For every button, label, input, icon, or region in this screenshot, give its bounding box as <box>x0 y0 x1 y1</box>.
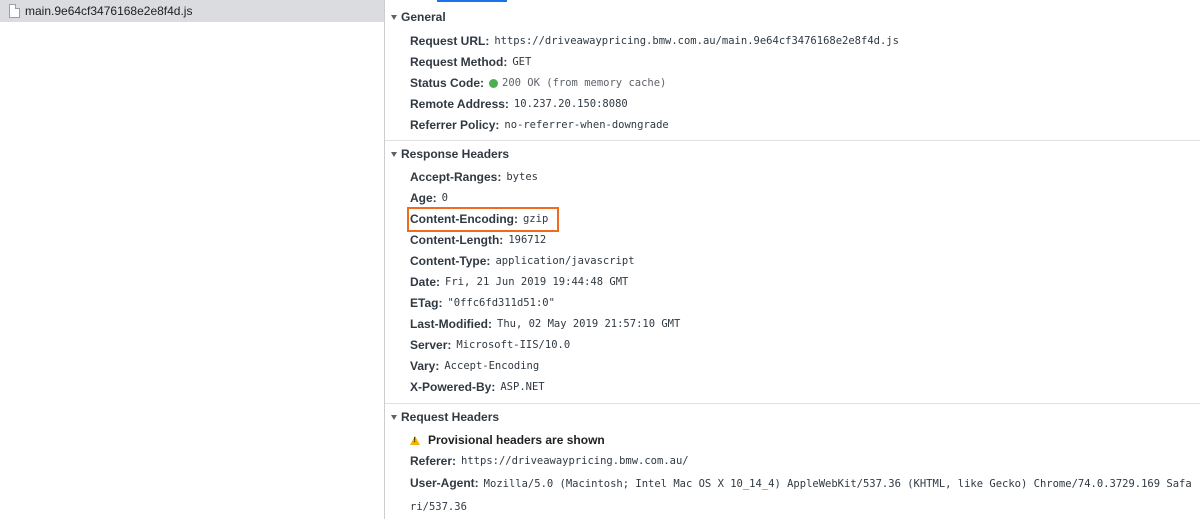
headers-pane: General Request URL: https://driveawaypr… <box>385 0 1200 519</box>
header-row-date: Date: Fri, 21 Jun 2019 19:44:48 GMT <box>410 273 628 291</box>
header-row-referrer-policy: Referrer Policy: no-referrer-when-downgr… <box>410 116 669 134</box>
header-row-content-encoding: Content-Encoding: gzip <box>410 210 548 228</box>
header-row-remote-address: Remote Address: 10.237.20.150:8080 <box>410 95 628 113</box>
header-value[interactable]: no-referrer-when-downgrade <box>504 119 668 131</box>
active-tab-indicator <box>437 0 507 2</box>
warning-text: Provisional headers are shown <box>428 433 605 447</box>
request-list: main.9e64cf3476168e2e8f4d.js <box>0 0 385 519</box>
header-row-request-method: Request Method: GET <box>410 53 531 71</box>
request-headers-section-header[interactable]: Request Headers <box>391 409 499 425</box>
header-value[interactable]: Microsoft-IIS/10.0 <box>456 339 570 351</box>
header-row-accept-ranges: Accept-Ranges: bytes <box>410 168 538 186</box>
header-value[interactable]: https://driveawaypricing.bmw.com.au/main… <box>494 35 899 47</box>
header-key: Request URL: <box>410 34 490 48</box>
header-key: Referrer Policy: <box>410 118 500 132</box>
header-key: Last-Modified: <box>410 317 492 331</box>
provisional-headers-warning: Provisional headers are shown <box>410 431 605 449</box>
header-key: Referer: <box>410 454 457 468</box>
general-section-title: General <box>401 10 446 24</box>
header-value[interactable]: 196712 <box>508 234 546 246</box>
header-key: Accept-Ranges: <box>410 170 502 184</box>
header-row-age: Age: 0 <box>410 189 448 207</box>
header-row-content-type: Content-Type: application/javascript <box>410 252 635 270</box>
header-key: Remote Address: <box>410 97 509 111</box>
header-row-status-code: Status Code: 200 OK (from memory cache) <box>410 74 666 92</box>
header-key: Server: <box>410 338 452 352</box>
section-divider <box>385 403 1200 404</box>
triangle-down-icon <box>391 414 397 420</box>
devtools-network-panel: main.9e64cf3476168e2e8f4d.js General Req… <box>0 0 1200 519</box>
header-key: Content-Encoding: <box>410 212 518 226</box>
header-row-content-length: Content-Length: 196712 <box>410 231 546 249</box>
header-value[interactable]: Thu, 02 May 2019 21:57:10 GMT <box>497 318 680 330</box>
header-key: Content-Length: <box>410 233 504 247</box>
header-value[interactable]: Mozilla/5.0 (Macintosh; Intel Mac OS X 1… <box>410 478 1192 513</box>
header-row-referer: Referer: https://driveawaypricing.bmw.co… <box>410 452 689 470</box>
header-value[interactable]: application/javascript <box>495 255 634 267</box>
header-value[interactable]: Fri, 21 Jun 2019 19:44:48 GMT <box>445 276 628 288</box>
header-row-etag: ETag: "0ffc6fd311d51:0" <box>410 294 555 312</box>
request-file-name: main.9e64cf3476168e2e8f4d.js <box>25 4 193 18</box>
header-key: Date: <box>410 275 441 289</box>
header-key: Request Method: <box>410 55 508 69</box>
header-value[interactable]: 200 OK (from memory cache) <box>502 77 666 89</box>
warning-icon <box>410 435 420 445</box>
header-key: Status Code: <box>410 76 485 90</box>
header-key: X-Powered-By: <box>410 380 496 394</box>
header-value[interactable]: https://driveawaypricing.bmw.com.au/ <box>461 455 689 467</box>
general-section-header[interactable]: General <box>391 9 446 25</box>
header-value[interactable]: Accept-Encoding <box>444 360 539 372</box>
header-key: Vary: <box>410 359 440 373</box>
header-value[interactable]: 0 <box>442 192 448 204</box>
header-value[interactable]: ASP.NET <box>500 381 544 393</box>
header-value[interactable]: GET <box>512 56 531 68</box>
header-key: ETag: <box>410 296 443 310</box>
header-value[interactable]: bytes <box>506 171 538 183</box>
request-headers-title: Request Headers <box>401 410 500 424</box>
header-value[interactable]: "0ffc6fd311d51:0" <box>447 297 554 309</box>
header-row-request-url: Request URL: https://driveawaypricing.bm… <box>410 32 899 50</box>
header-key: Age: <box>410 191 437 205</box>
header-row-vary: Vary: Accept-Encoding <box>410 357 539 375</box>
header-value[interactable]: gzip <box>523 213 548 225</box>
header-key: User-Agent: <box>410 476 479 490</box>
triangle-down-icon <box>391 151 397 157</box>
request-row-selected[interactable]: main.9e64cf3476168e2e8f4d.js <box>0 0 384 22</box>
status-ok-icon <box>489 78 499 88</box>
header-row-user-agent: User-Agent: Mozilla/5.0 (Macintosh; Intel… <box>410 472 1195 518</box>
response-headers-title: Response Headers <box>401 147 510 161</box>
section-divider <box>385 140 1200 141</box>
header-key: Content-Type: <box>410 254 491 268</box>
triangle-down-icon <box>391 14 397 20</box>
file-icon <box>9 4 20 18</box>
header-row-server: Server: Microsoft-IIS/10.0 <box>410 336 570 354</box>
header-value[interactable]: 10.237.20.150:8080 <box>514 98 628 110</box>
header-row-x-powered-by: X-Powered-By: ASP.NET <box>410 378 545 396</box>
header-row-last-modified: Last-Modified: Thu, 02 May 2019 21:57:10… <box>410 315 680 333</box>
response-headers-section-header[interactable]: Response Headers <box>391 146 509 162</box>
